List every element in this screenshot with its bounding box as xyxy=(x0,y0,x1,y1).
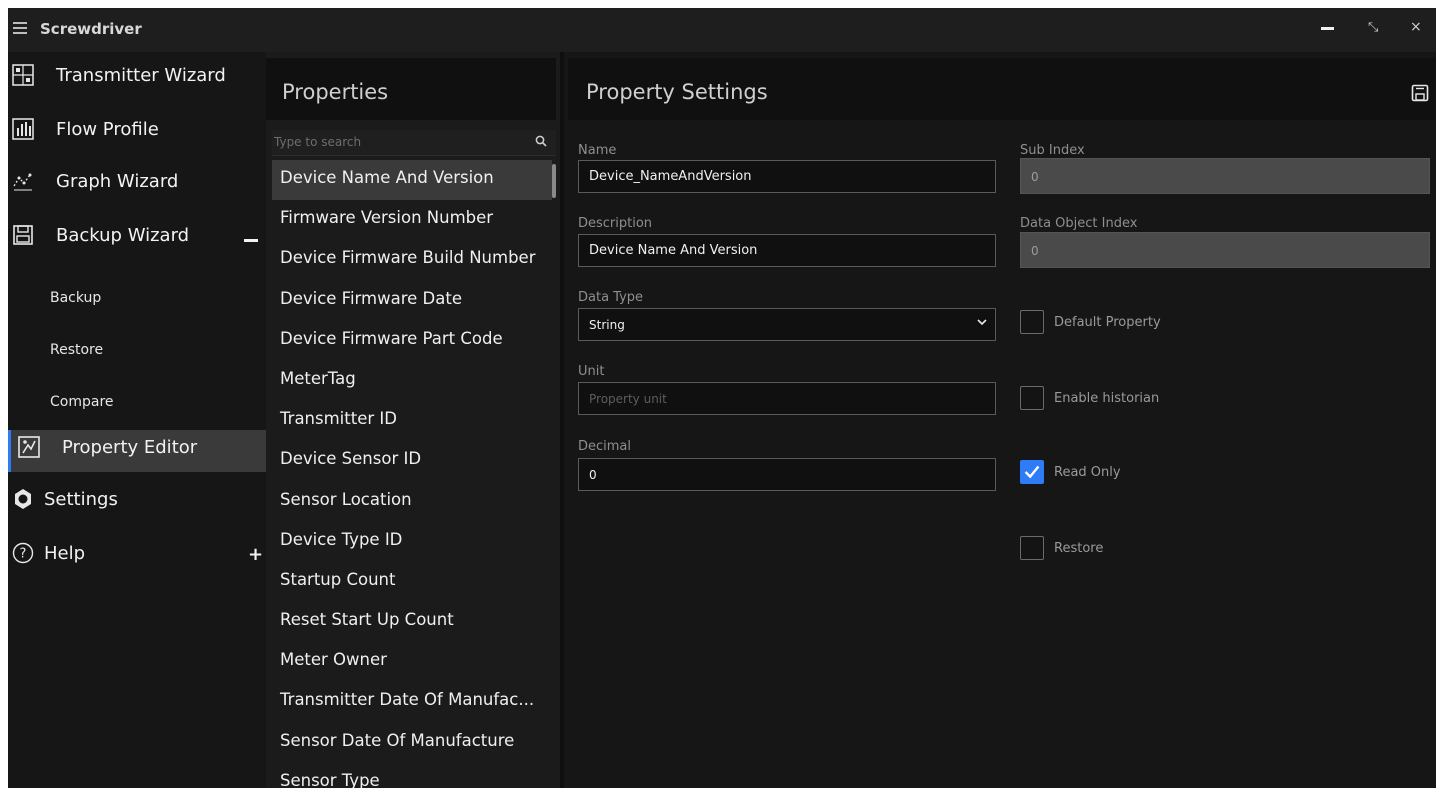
data-type-label: Data Type xyxy=(578,290,644,305)
sidebar-item-backup-wizard[interactable]: Backup Wizard xyxy=(8,218,266,260)
read-only-label: Read Only xyxy=(1054,465,1121,480)
property-list: Device Name And Version Firmware Version… xyxy=(272,160,552,788)
properties-title: Properties xyxy=(282,80,389,104)
chevron-down-icon xyxy=(977,319,987,326)
flow-profile-icon xyxy=(12,118,34,140)
sidebar-item-graph-wizard[interactable]: Graph Wizard xyxy=(8,164,266,206)
property-list-item[interactable]: Device Firmware Build Number xyxy=(272,240,552,280)
property-settings-header: Property Settings xyxy=(568,58,1436,120)
sidebar-item-label: Property Editor xyxy=(62,437,198,458)
property-list-item[interactable]: Sensor Location xyxy=(272,482,552,522)
sidebar-item-help[interactable]: ? Help + xyxy=(8,536,266,578)
sidebar: Transmitter Wizard Flow Profile Graph Wi… xyxy=(8,52,266,788)
sidebar-subitem-compare[interactable]: Compare xyxy=(8,386,266,422)
search-box xyxy=(272,130,556,156)
property-list-item[interactable]: Reset Start Up Count xyxy=(272,602,552,642)
close-button[interactable]: × xyxy=(1410,19,1422,35)
help-icon: ? xyxy=(12,542,34,564)
checkmark-icon xyxy=(1024,465,1040,479)
properties-header: Properties xyxy=(266,58,556,120)
collapse-icon[interactable] xyxy=(244,239,258,242)
property-editor-icon xyxy=(18,436,40,458)
default-property-label: Default Property xyxy=(1054,315,1161,330)
sub-index-field: 0 xyxy=(1020,158,1430,194)
sidebar-subitem-label: Compare xyxy=(50,394,114,410)
decimal-label: Decimal xyxy=(578,439,632,454)
sidebar-item-label: Flow Profile xyxy=(56,119,159,140)
app-title: Screwdriver xyxy=(40,20,142,38)
sidebar-item-property-editor[interactable]: Property Editor xyxy=(8,430,266,472)
property-list-item[interactable]: Transmitter Date Of Manufac... xyxy=(272,682,552,722)
svg-text:?: ? xyxy=(20,547,27,562)
property-list-item[interactable]: Sensor Date Of Manufacture xyxy=(272,723,552,763)
sidebar-subitem-backup[interactable]: Backup xyxy=(8,282,266,318)
sub-index-label: Sub Index xyxy=(1020,143,1085,158)
enable-historian-label: Enable historian xyxy=(1054,391,1160,406)
property-list-scrollbar[interactable] xyxy=(552,164,556,198)
data-object-index-label: Data Object Index xyxy=(1020,216,1138,231)
search-input[interactable] xyxy=(272,130,522,154)
app-window: Screwdriver ⤡ × Transmitter Wizard Flow … xyxy=(8,8,1436,788)
expand-icon[interactable]: + xyxy=(248,544,263,565)
sidebar-item-flow-profile[interactable]: Flow Profile xyxy=(8,112,266,154)
property-list-item[interactable]: MeterTag xyxy=(272,361,552,401)
name-field[interactable]: Device_NameAndVersion xyxy=(578,160,996,193)
data-type-value: String xyxy=(589,318,625,332)
unit-label: Unit xyxy=(578,364,605,379)
property-list-item[interactable]: Device Name And Version xyxy=(272,160,552,201)
transmitter-icon xyxy=(12,64,34,86)
property-list-item[interactable]: Transmitter ID xyxy=(272,401,552,441)
restore-label: Restore xyxy=(1054,541,1104,556)
title-bar: Screwdriver ⤡ × xyxy=(8,8,1436,52)
property-list-item[interactable]: Device Sensor ID xyxy=(272,441,552,481)
enable-historian-checkbox[interactable] xyxy=(1020,386,1044,410)
property-settings-title: Property Settings xyxy=(586,80,768,104)
unit-field[interactable]: Property unit xyxy=(578,382,996,415)
sidebar-item-label: Graph Wizard xyxy=(56,171,179,192)
property-list-item[interactable]: Device Firmware Part Code xyxy=(272,321,552,361)
property-list-item[interactable]: Meter Owner xyxy=(272,642,552,682)
property-list-item[interactable]: Firmware Version Number xyxy=(272,200,552,240)
sidebar-subitem-label: Backup xyxy=(50,290,102,306)
sidebar-item-label: Settings xyxy=(44,489,118,510)
hamburger-menu-icon[interactable] xyxy=(13,22,27,34)
search-icon[interactable] xyxy=(534,134,548,148)
graph-icon xyxy=(13,173,32,191)
maximize-button[interactable]: ⤡ xyxy=(1368,20,1378,35)
property-list-item[interactable]: Startup Count xyxy=(272,562,552,602)
property-list-item[interactable]: Device Firmware Date xyxy=(272,281,552,321)
floppy-icon xyxy=(13,225,33,245)
default-property-checkbox[interactable] xyxy=(1020,310,1044,334)
sidebar-subitem-label: Restore xyxy=(50,342,104,358)
restore-checkbox[interactable] xyxy=(1020,536,1044,560)
sidebar-subitem-restore[interactable]: Restore xyxy=(8,334,266,370)
save-icon[interactable] xyxy=(1411,84,1429,102)
sidebar-item-label: Backup Wizard xyxy=(56,225,190,246)
read-only-checkbox[interactable] xyxy=(1020,460,1044,484)
minimize-button[interactable] xyxy=(1321,27,1334,30)
sidebar-item-settings[interactable]: Settings xyxy=(8,482,266,524)
data-type-select[interactable]: String xyxy=(578,308,996,341)
property-list-item[interactable]: Device Type ID xyxy=(272,522,552,562)
gear-icon xyxy=(15,489,31,509)
description-field[interactable]: Device Name And Version xyxy=(578,234,996,267)
sidebar-item-label: Help xyxy=(44,543,86,564)
property-list-item[interactable]: Sensor Type xyxy=(272,763,552,788)
properties-panel: Properties Device Name And Version Firmw… xyxy=(266,52,560,788)
sidebar-item-transmitter-wizard[interactable]: Transmitter Wizard xyxy=(8,58,266,100)
description-label: Description xyxy=(578,216,653,231)
name-label: Name xyxy=(578,143,617,158)
sidebar-item-label: Transmitter Wizard xyxy=(56,65,226,86)
data-object-index-field: 0 xyxy=(1020,232,1430,268)
decimal-field[interactable]: 0 xyxy=(578,458,996,491)
property-settings-panel: Property Settings Name Device_NameAndVer… xyxy=(560,52,1436,788)
